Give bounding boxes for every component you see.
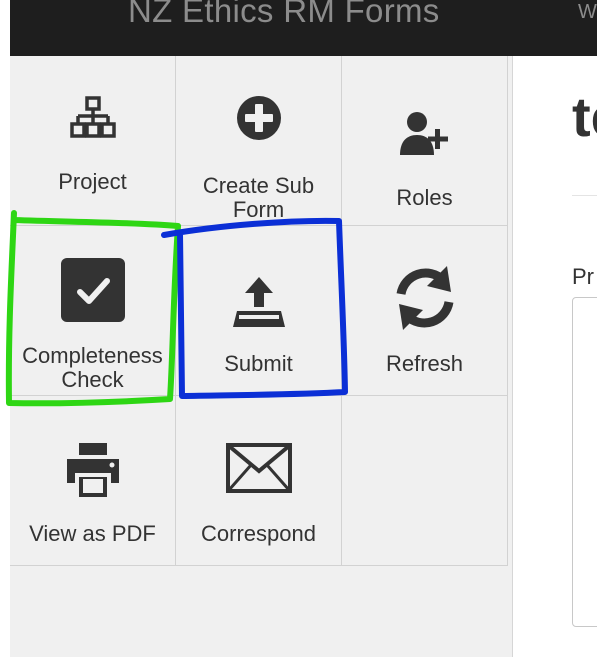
navbar-link[interactable]: We xyxy=(578,1,597,24)
user-plus-icon xyxy=(342,102,507,166)
action-sidebar: Project Create Sub Form Roles Completene… xyxy=(10,56,513,657)
submit-label: Submit xyxy=(224,351,293,376)
checkbox-icon xyxy=(10,258,175,322)
heading-divider xyxy=(572,195,597,196)
left-margin xyxy=(0,0,10,657)
create-sub-form-label-line1: Create Sub xyxy=(202,173,315,198)
roles-label: Roles xyxy=(396,185,453,210)
page-title: te xyxy=(572,85,597,148)
refresh-label: Refresh xyxy=(385,351,464,376)
sitemap-icon xyxy=(10,86,175,150)
refresh-button[interactable]: Refresh xyxy=(342,226,508,396)
roles-button[interactable]: Roles xyxy=(342,56,508,226)
create-sub-form-label-line2: Form xyxy=(232,197,285,222)
correspond-label: Correspond xyxy=(201,521,316,546)
create-sub-form-button[interactable]: Create Sub Form xyxy=(176,56,342,226)
refresh-icon xyxy=(342,266,507,330)
upload-icon xyxy=(176,270,341,334)
top-navbar: NZ Ethics RM Forms We xyxy=(10,0,597,56)
view-as-pdf-label: View as PDF xyxy=(29,521,156,546)
navbar-brand[interactable]: NZ Ethics RM Forms xyxy=(128,0,440,30)
completeness-check-label-line1: Completeness xyxy=(22,343,163,368)
envelope-icon xyxy=(176,436,341,500)
text-area[interactable] xyxy=(572,297,597,627)
main-content: te Pr xyxy=(513,56,597,657)
field-label: Pr xyxy=(572,264,594,289)
print-icon xyxy=(10,438,175,502)
correspond-button[interactable]: Correspond xyxy=(176,396,342,566)
project-button[interactable]: Project xyxy=(10,56,176,226)
submit-button[interactable]: Submit xyxy=(176,226,342,396)
plus-circle-icon xyxy=(176,86,341,150)
completeness-check-button[interactable]: Completeness Check xyxy=(10,226,176,396)
view-as-pdf-button[interactable]: View as PDF xyxy=(10,396,176,566)
project-label: Project xyxy=(58,169,127,194)
completeness-check-label-line2: Check xyxy=(61,367,124,392)
empty-tile xyxy=(342,396,508,566)
